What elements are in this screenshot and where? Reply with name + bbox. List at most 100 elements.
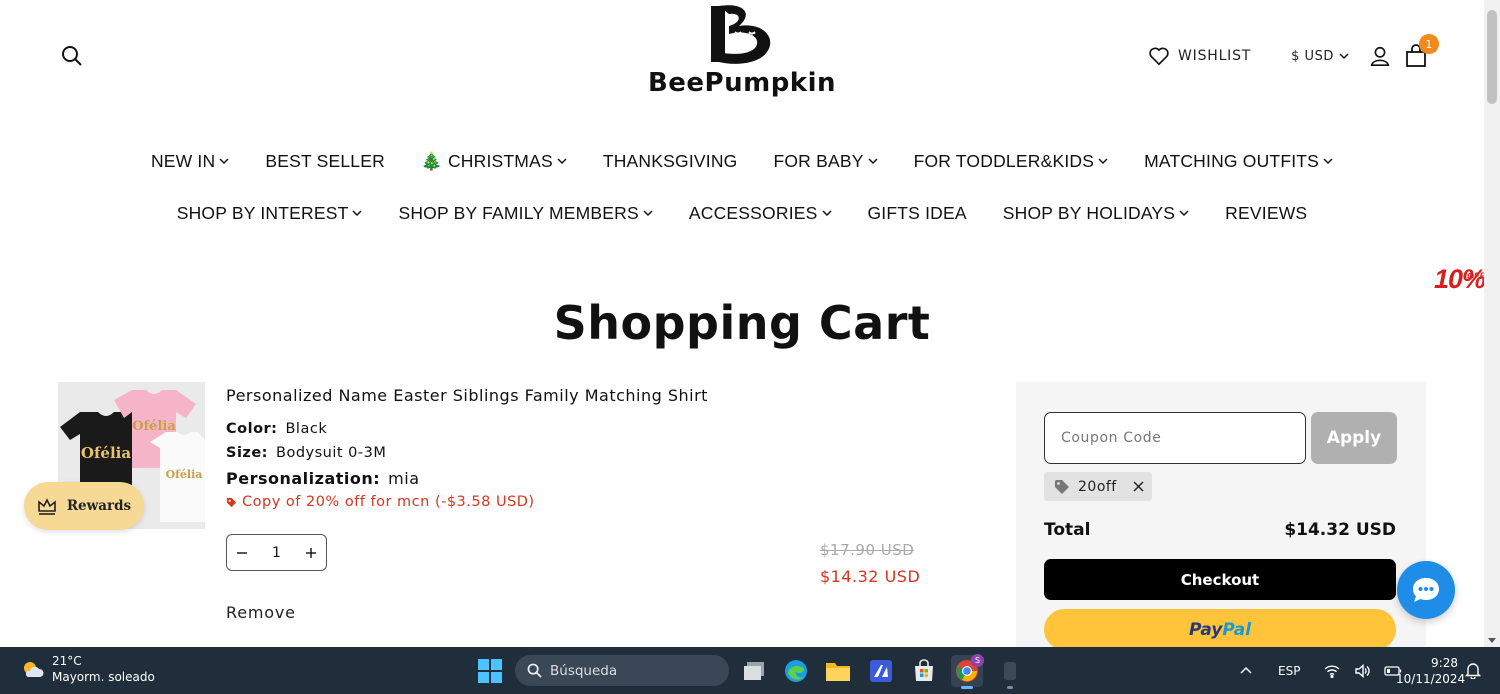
option-color-key: Color: [226,421,278,437]
main-nav-row-1: NEW IN BEST SELLER 🎄 CHRISTMAS THANKSGIVING… [0,150,1484,172]
site-header: BeePumpkin WISHLIST $ USD 1 [0,0,1484,120]
tag-icon [226,497,237,507]
total-label: Total [1044,520,1091,540]
clock-time: 9:28 [1431,656,1458,670]
checkout-button[interactable]: Checkout [1044,559,1396,600]
original-price: $17.90 USD [820,541,915,559]
partly-sunny-icon [24,662,44,677]
chrome-profile-badge: S [971,654,984,667]
remove-item-link[interactable]: Remove [226,603,296,622]
chrome-browser-icon[interactable]: S [951,654,984,689]
taskbar-clock[interactable]: 9:28 10/11/2024 [1396,655,1465,687]
svg-text:Ofélia: Ofélia [132,419,176,434]
applied-coupon-code: 20off [1078,478,1117,495]
plus-icon[interactable] [304,546,318,560]
paypal-pay-text: Pay [1188,619,1223,640]
nav-item-new-in[interactable]: NEW IN [133,150,247,172]
nav-item-accessories[interactable]: ACCESSORIES [671,202,850,224]
tag-icon [1055,479,1069,494]
weather-widget[interactable]: 21°C Mayorm. soleado [20,653,155,685]
currency-label: $ USD [1291,48,1334,64]
weather-temp: 21°C [52,654,82,668]
chevron-down-icon [868,158,878,165]
nav-item-label: FOR BABY [773,150,864,171]
brand-name: BeePumpkin [647,68,837,98]
chevron-down-icon [821,210,832,217]
cart-icon[interactable]: 1 [1405,34,1439,68]
search-icon[interactable] [60,44,84,68]
chevron-up-icon[interactable] [1240,665,1252,677]
cart-count-badge: 1 [1418,34,1439,54]
main-nav-row-2: SHOP BY INTEREST SHOP BY FAMILY MEMBERS AC… [0,202,1484,224]
search-icon [527,663,542,678]
nav-item-best-seller[interactable]: BEST SELLER [247,150,403,172]
microsoft-store-icon[interactable] [908,655,940,687]
option-personalization-key: Personalization: [226,469,381,488]
nav-item-shop-by-holidays[interactable]: SHOP BY HOLIDAYS [985,202,1207,224]
rewards-button[interactable]: Rewards [24,482,144,530]
nav-item-label: ACCESSORIES [688,202,818,223]
nav-item-reviews[interactable]: REVIEWS [1207,202,1325,224]
nav-item-label: GIFTS IDEA [867,202,967,223]
promo-off: OFF [1467,271,1485,281]
windows-taskbar: 21°C Mayorm. soleado Búsqueda S ESP 9:28… [0,647,1500,694]
language-indicator[interactable]: ESP [1278,664,1300,678]
currency-selector[interactable]: $ USD [1291,49,1349,64]
nav-item-shop-by-interest[interactable]: SHOP BY INTEREST [159,202,381,224]
nav-item-for-toddlerandkids[interactable]: FOR TODDLER&KIDS [896,150,1127,172]
nav-item-for-baby[interactable]: FOR BABY [755,150,895,172]
close-icon[interactable] [1133,481,1144,492]
svg-text:Ofélia: Ofélia [81,444,131,462]
nav-item-thanksgiving[interactable]: THANKSGIVING [585,150,756,172]
total-value: $14.32 USD [1284,520,1396,540]
running-app-icon[interactable] [994,655,1026,689]
active-app-indicator [961,686,973,689]
item-discount-text: Copy of 20% off for mcn (-$3.58 USD) [242,494,535,510]
nav-item-shop-by-family-members[interactable]: SHOP BY FAMILY MEMBERS [380,202,670,224]
heart-icon [1149,47,1169,66]
minus-icon[interactable] [235,546,249,560]
rewards-label: Rewards [66,498,132,514]
editor-app-icon[interactable] [865,655,897,687]
scroll-down-arrow-icon[interactable] [1488,638,1496,643]
taskbar-search[interactable]: Búsqueda [515,655,729,686]
nav-item-christmas[interactable]: 🎄 CHRISTMAS [403,150,585,172]
nav-item-label: MATCHING OUTFITS [1144,150,1320,171]
wishlist-link[interactable]: WISHLIST [1148,46,1251,66]
nav-item-label: SHOP BY INTEREST [176,202,349,223]
option-color: Color: Black [226,421,327,437]
chat-icon[interactable] [1397,561,1455,619]
brand-logo[interactable]: BeePumpkin [640,2,844,110]
windows-start-icon[interactable] [477,658,503,684]
wifi-icon[interactable] [1324,664,1340,678]
system-tray: ESP [1240,647,1402,694]
nav-item-label: 🎄 CHRISTMAS [420,150,553,171]
volume-icon[interactable] [1354,663,1371,678]
edge-browser-icon[interactable] [780,655,812,687]
notification-bell-icon[interactable] [1464,662,1482,683]
option-size-key: Size: [226,445,268,461]
discount-promo-badge[interactable]: 10% OFF [1434,264,1486,295]
coupon-code-input[interactable] [1044,412,1306,464]
running-app-indicator [1007,686,1013,689]
paypal-button[interactable]: PayPal [1044,609,1396,650]
nav-item-matching-outfits[interactable]: MATCHING OUTFITS [1126,150,1351,172]
svg-text:Ofélia: Ofélia [166,468,203,481]
logo-heart-icon [711,5,771,64]
wishlist-label: WISHLIST [1178,48,1252,64]
discounted-price: $14.32 USD [820,567,921,586]
crown-icon [38,498,56,515]
nav-item-label: SHOP BY FAMILY MEMBERS [398,202,639,223]
file-explorer-icon[interactable] [822,655,854,687]
page-scrollbar[interactable] [1484,0,1500,647]
task-view-icon[interactable] [738,655,770,687]
option-size-value: Bodysuit 0-3M [276,445,387,461]
option-size: Size: Bodysuit 0-3M [226,445,386,461]
account-icon[interactable] [1369,45,1391,67]
chevron-down-icon [643,210,653,217]
scrollbar-thumb[interactable] [1487,10,1497,104]
product-name[interactable]: Personalized Name Easter Siblings Family… [226,386,708,405]
nav-item-gifts-idea[interactable]: GIFTS IDEA [850,202,985,224]
quantity-input[interactable] [256,544,297,561]
apply-coupon-button[interactable]: Apply [1311,412,1397,464]
